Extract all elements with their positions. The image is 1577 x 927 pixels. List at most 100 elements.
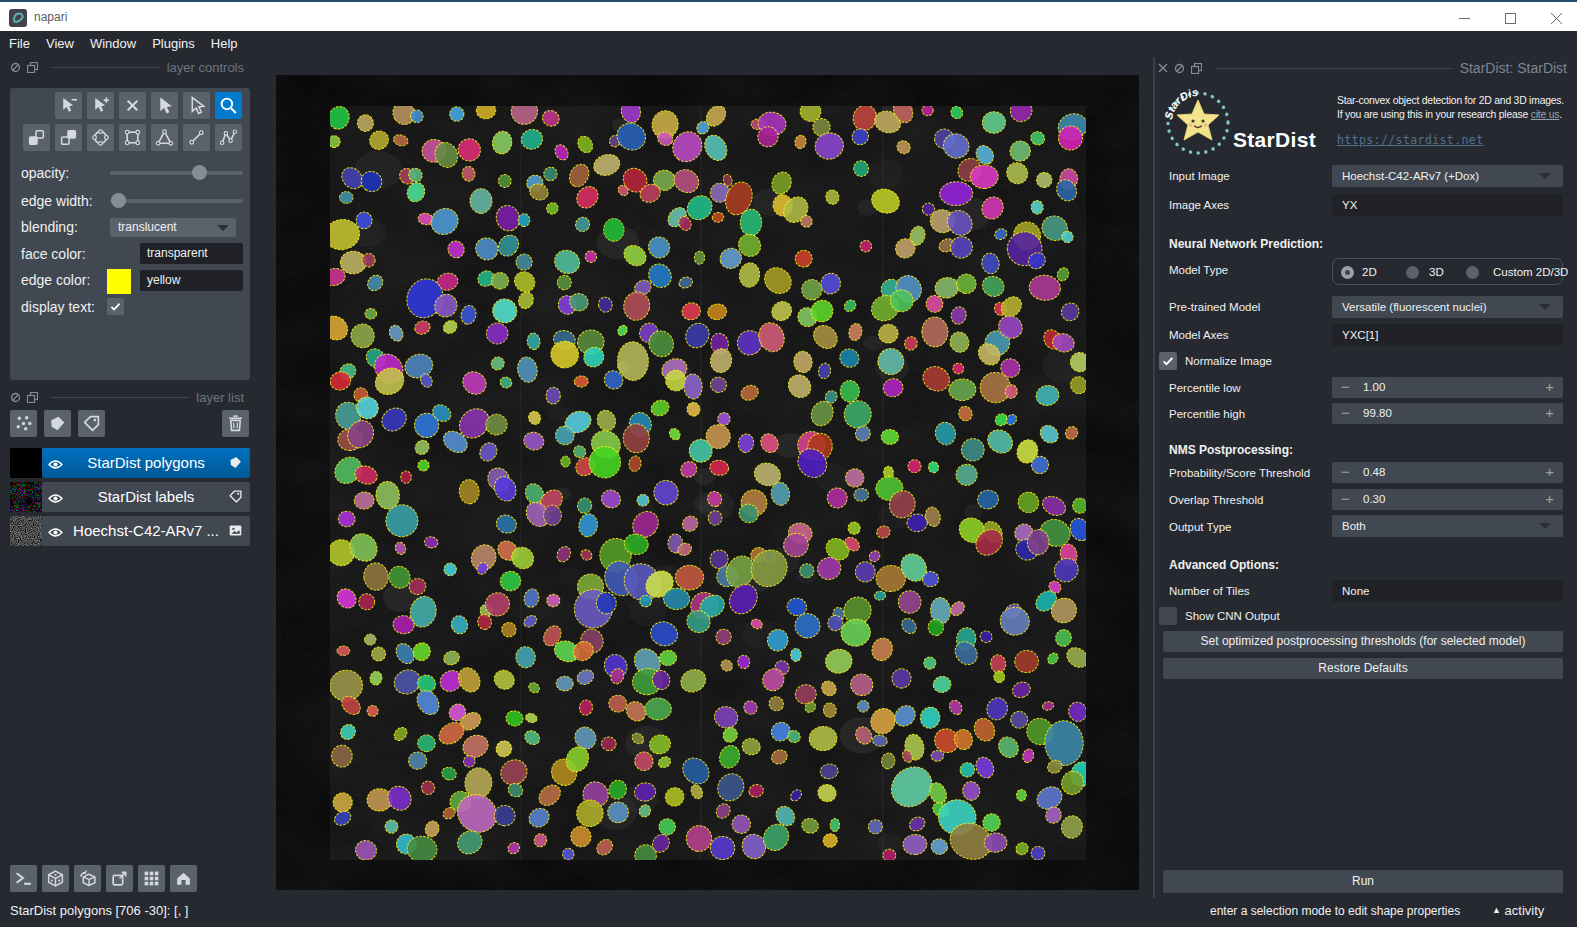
tool-ndisplay[interactable] (42, 865, 69, 892)
hide-dock-icon[interactable] (10, 62, 21, 73)
layer-name: StarDist labels (42, 482, 250, 512)
tool-new-points[interactable] (10, 410, 37, 437)
spin-increment[interactable]: + (1545, 489, 1554, 509)
menu-window[interactable]: Window (82, 31, 144, 57)
menu-help[interactable]: Help (203, 31, 246, 57)
tool-move-back[interactable] (23, 124, 50, 151)
plugin-dock-title: StarDist: StarDist (1460, 60, 1567, 76)
face-color-label: face color: (21, 246, 86, 262)
title-bar: napari (0, 0, 1577, 31)
input-image-label: Input Image (1169, 170, 1230, 182)
tool-insert-vertex[interactable] (87, 92, 114, 119)
tool-move-front[interactable] (55, 124, 82, 151)
tool-add-path[interactable] (215, 124, 242, 151)
model-type-radio-group: 2D 3D Custom 2D/3D (1332, 258, 1563, 285)
edge-color-field[interactable]: yellow (140, 270, 243, 291)
restore-defaults-button[interactable]: Restore Defaults (1163, 658, 1563, 679)
run-button[interactable]: Run (1163, 870, 1563, 893)
pretrained-model-dropdown[interactable]: Versatile (fluorescent nuclei) (1332, 296, 1563, 318)
layer-row-hoechst-c42-arv7[interactable]: Hoechst-C42-ARv7 ... (42, 516, 250, 546)
model-axes-field[interactable]: YXC[1] (1332, 324, 1563, 346)
close-button[interactable] (1533, 4, 1577, 33)
display-text-checkbox[interactable] (107, 298, 124, 315)
spin-decrement[interactable]: − (1341, 489, 1350, 509)
tool-add-polygon[interactable] (151, 124, 178, 151)
spin-decrement[interactable]: − (1341, 462, 1350, 482)
image-axes-field[interactable]: YX (1332, 194, 1563, 216)
show-cnn-checkbox[interactable] (1159, 607, 1177, 625)
overlap-threshold-spinbox[interactable]: − 0.30 + (1332, 489, 1563, 510)
spin-decrement[interactable]: − (1341, 377, 1350, 397)
tool-home[interactable] (170, 865, 197, 892)
spin-increment[interactable]: + (1545, 377, 1554, 397)
tool-console[interactable] (10, 865, 37, 892)
tool-new-labels[interactable] (78, 410, 105, 437)
percentile-high-spinbox[interactable]: − 99.80 + (1332, 403, 1563, 424)
radio-2d[interactable] (1341, 266, 1354, 279)
blending-dropdown[interactable]: translucent (110, 218, 236, 237)
number-of-tiles-field[interactable]: None (1332, 580, 1563, 602)
tool-delete-vertex[interactable] (119, 92, 146, 119)
viewer-canvas[interactable] (276, 75, 1139, 890)
edge-color-label: edge color: (21, 272, 90, 288)
opacity-slider[interactable] (110, 165, 243, 180)
edge-width-slider[interactable] (110, 193, 243, 208)
activity-toggle[interactable]: ▲ activity (1492, 903, 1544, 918)
hide-dock-icon[interactable] (1174, 63, 1185, 74)
face-color-field[interactable]: transparent (140, 243, 243, 264)
layer-name: StarDist polygons (42, 448, 250, 478)
set-optimized-thresholds-button[interactable]: Set optimized postprocessing thresholds … (1163, 631, 1563, 652)
tool-zoom[interactable] (215, 92, 242, 119)
radio-custom[interactable] (1466, 266, 1479, 279)
tool-new-shapes[interactable] (44, 410, 71, 437)
status-message: enter a selection mode to edit shape pro… (1210, 904, 1460, 918)
percentile-low-label: Percentile low (1169, 382, 1241, 394)
tool-select-vertices[interactable] (55, 92, 82, 119)
menu-plugins[interactable]: Plugins (144, 31, 203, 57)
edge-color-swatch[interactable] (107, 269, 131, 294)
float-dock-icon[interactable] (1191, 63, 1202, 74)
output-type-dropdown[interactable]: Both (1332, 515, 1563, 537)
shapes-layer-icon (228, 455, 243, 474)
cite-us-link[interactable]: cite us (1531, 109, 1560, 120)
menu-view[interactable]: View (38, 31, 82, 57)
hide-dock-icon[interactable] (10, 392, 21, 403)
spin-decrement[interactable]: − (1341, 403, 1350, 423)
spin-increment[interactable]: + (1545, 403, 1554, 423)
maximize-button[interactable] (1487, 4, 1533, 33)
tool-roll-dimensions[interactable] (74, 865, 101, 892)
percentile-low-spinbox[interactable]: − 1.00 + (1332, 377, 1563, 398)
tool-transpose-dimensions[interactable] (106, 865, 133, 892)
tool-add-line[interactable] (183, 124, 210, 151)
plugin-description: Star-convex object detection for 2D and … (1337, 94, 1577, 121)
float-dock-icon[interactable] (27, 392, 38, 403)
menu-file[interactable]: File (1, 31, 38, 57)
percentile-high-label: Percentile high (1169, 408, 1245, 420)
stardist-wordmark: StarDist (1233, 128, 1316, 152)
spin-increment[interactable]: + (1545, 462, 1554, 482)
display-text-label: display text: (21, 299, 95, 315)
tool-grid-view[interactable] (138, 865, 165, 892)
layer-row-stardist-polygons[interactable]: StarDist polygons (42, 448, 250, 478)
float-dock-icon[interactable] (27, 62, 38, 73)
radio-3d[interactable] (1406, 266, 1419, 279)
tool-direct-select[interactable] (183, 92, 210, 119)
layer-row-stardist-labels[interactable]: StarDist labels (42, 482, 250, 512)
normalize-image-checkbox[interactable] (1159, 352, 1177, 370)
stardist-website-link[interactable]: https://stardist.net (1337, 133, 1483, 147)
delete-layer-button[interactable] (222, 410, 249, 437)
close-dock-icon[interactable] (1158, 63, 1168, 73)
window-title: napari (34, 10, 67, 24)
minimize-button[interactable] (1441, 4, 1487, 33)
input-image-dropdown[interactable]: Hoechst-C42-ARv7 (+Dox) (1332, 165, 1563, 187)
stardist-logo: StarDist (1162, 86, 1234, 158)
output-type-label: Output Type (1169, 521, 1231, 533)
tool-add-rectangle[interactable] (119, 124, 146, 151)
probability-threshold-spinbox[interactable]: − 0.48 + (1332, 462, 1563, 483)
dock-splitter[interactable] (1153, 57, 1155, 898)
tool-select-shape[interactable] (151, 92, 178, 119)
layer-controls-title: layer controls (167, 60, 244, 75)
dropdown-caret-icon (1539, 173, 1551, 179)
layer-controls-panel: opacity: edge width: blending: transluce… (10, 88, 250, 380)
tool-add-ellipse[interactable] (87, 124, 114, 151)
